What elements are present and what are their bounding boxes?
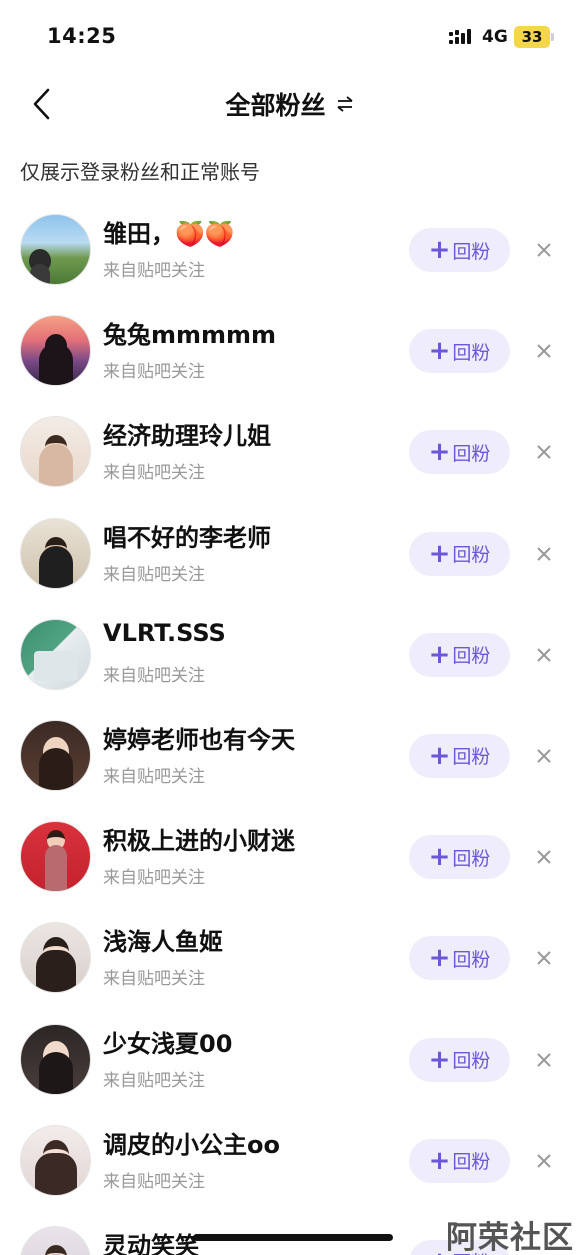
close-icon[interactable]: [533, 846, 555, 868]
follow-back-button[interactable]: + 回粉: [409, 733, 510, 778]
fan-name: 雏田，🍑🍑: [103, 220, 235, 248]
follow-back-label: 回粉: [452, 442, 491, 465]
plus-icon: +: [428, 740, 451, 771]
close-icon[interactable]: [533, 340, 555, 362]
close-icon[interactable]: [533, 441, 555, 463]
follow-back-button[interactable]: + 回粉: [409, 936, 510, 981]
signal-icon: [449, 29, 471, 44]
avatar[interactable]: [20, 416, 91, 488]
fan-name: 调皮的小公主oo: [103, 1130, 280, 1159]
nav-title-group[interactable]: 全部粉丝: [0, 86, 580, 122]
status-time: 14:25: [47, 24, 117, 48]
close-icon[interactable]: [533, 543, 555, 565]
plus-icon: +: [428, 437, 451, 468]
avatar[interactable]: [20, 1225, 91, 1255]
plus-icon: +: [428, 842, 451, 873]
status-bar: 14:25 4G 33: [0, 0, 580, 72]
follow-back-label: 回粉: [452, 544, 491, 567]
fan-row[interactable]: 雏田，🍑🍑 来自贴吧关注 + 回粉: [0, 202, 580, 303]
fan-name: 浅海人鱼姬: [103, 928, 223, 957]
fan-name: 积极上进的小财迷: [103, 827, 295, 856]
plus-icon: +: [428, 235, 451, 265]
fan-source: 来自贴吧关注: [103, 463, 205, 484]
plus-icon: +: [428, 943, 451, 974]
follow-back-label: 回粉: [452, 341, 491, 364]
follow-back-button[interactable]: + 回粉: [409, 430, 510, 475]
fan-source: 来自贴吧关注: [103, 564, 205, 585]
close-icon[interactable]: [533, 947, 555, 969]
fan-source: 来自贴吧关注: [103, 1070, 205, 1091]
avatar[interactable]: [20, 719, 91, 791]
fan-name: 经济助理玲儿姐: [103, 422, 271, 451]
follow-back-button[interactable]: + 回粉: [409, 632, 510, 677]
fan-list: 雏田，🍑🍑 来自贴吧关注 + 回粉 兔兔mmmmm 来自贴吧关注 + 回粉 经济…: [0, 202, 580, 1255]
fan-name: 灵动笑笑: [103, 1231, 199, 1255]
follow-back-label: 回粉: [452, 847, 491, 870]
follow-back-label: 回粉: [452, 645, 491, 668]
follow-back-button[interactable]: + 回粉: [409, 1138, 510, 1183]
plus-icon: +: [428, 538, 451, 569]
close-icon[interactable]: [533, 1049, 555, 1071]
avatar[interactable]: [20, 1023, 91, 1095]
follow-back-label: 回粉: [452, 1151, 491, 1174]
battery-icon: 33: [514, 26, 550, 48]
follow-back-button[interactable]: + 回粉: [409, 531, 510, 576]
plus-icon: +: [428, 1145, 451, 1176]
fan-source: 来自贴吧关注: [103, 261, 205, 281]
follow-back-label: 回粉: [452, 1050, 491, 1072]
avatar[interactable]: [20, 1124, 91, 1196]
fan-row[interactable]: 唱不好的李老师 来自贴吧关注 + 回粉: [0, 506, 580, 607]
follow-back-button[interactable]: + 回粉: [409, 329, 510, 374]
fan-row[interactable]: 积极上进的小财迷 来自贴吧关注 + 回粉: [0, 809, 580, 910]
plus-icon: +: [428, 336, 451, 367]
fan-source: 来自贴吧关注: [103, 362, 205, 383]
follow-back-label: 回粉: [452, 948, 491, 971]
avatar[interactable]: [20, 517, 91, 589]
follow-back-button[interactable]: + 回粉: [409, 228, 510, 272]
avatar[interactable]: [20, 922, 91, 994]
page-title: 全部粉丝: [225, 91, 326, 120]
fan-source: 来自贴吧关注: [103, 969, 205, 990]
fan-row[interactable]: 婷婷老师也有今天 来自贴吧关注 + 回粉: [0, 708, 580, 809]
watermark: 阿荣社区: [446, 1220, 574, 1255]
close-icon[interactable]: [533, 1150, 555, 1172]
fan-source: 来自贴吧关注: [103, 766, 205, 787]
battery-tip: [551, 33, 554, 41]
fan-name: VLRT.SSS: [103, 618, 226, 647]
follow-back-label: 回粉: [452, 746, 491, 769]
notice-text: 仅展示登录粉丝和正常账号: [20, 160, 260, 184]
fan-name: 唱不好的李老师: [103, 523, 271, 552]
avatar[interactable]: [20, 315, 91, 387]
fan-row[interactable]: 调皮的小公主oo 来自贴吧关注 + 回粉: [0, 1113, 580, 1214]
fan-source: 来自贴吧关注: [103, 868, 205, 889]
nav-bar: 全部粉丝: [0, 72, 580, 136]
follow-back-button[interactable]: + 回粉: [409, 835, 510, 880]
avatar[interactable]: [20, 821, 91, 893]
avatar[interactable]: [20, 618, 91, 690]
plus-icon: +: [428, 639, 451, 670]
follow-back-button[interactable]: + 回粉: [409, 1037, 510, 1082]
fan-name: 婷婷老师也有今天: [103, 725, 295, 754]
fan-row[interactable]: 经济助理玲儿姐 来自贴吧关注 + 回粉: [0, 404, 580, 505]
fan-source: 来自贴吧关注: [103, 665, 205, 686]
fan-row[interactable]: VLRT.SSS 来自贴吧关注 + 回粉: [0, 607, 580, 708]
swap-arrows-icon: [336, 96, 353, 112]
follow-back-label: 回粉: [452, 240, 491, 263]
fan-row[interactable]: 少女浅夏00 来自贴吧关注 + 回粉: [0, 1012, 580, 1113]
fan-row[interactable]: 兔兔mmmmm 来自贴吧关注 + 回粉: [0, 303, 580, 404]
home-indicator[interactable]: [193, 1234, 393, 1241]
network-type: 4G: [482, 27, 508, 47]
fan-name: 少女浅夏00: [103, 1029, 233, 1058]
avatar[interactable]: [20, 214, 91, 285]
close-icon[interactable]: [533, 745, 555, 767]
close-icon[interactable]: [533, 644, 555, 666]
fan-row[interactable]: 浅海人鱼姬 来自贴吧关注 + 回粉: [0, 910, 580, 1011]
close-icon[interactable]: [533, 239, 555, 261]
fan-source: 来自贴吧关注: [103, 1171, 205, 1192]
fan-name: 兔兔mmmmm: [103, 321, 277, 350]
plus-icon: +: [428, 1044, 451, 1075]
